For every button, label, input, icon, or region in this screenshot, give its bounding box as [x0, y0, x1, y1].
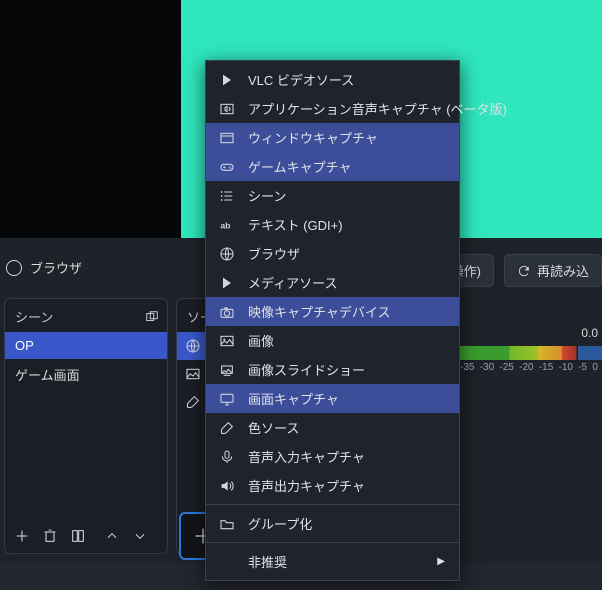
- slideshow-icon: [218, 362, 236, 378]
- play-icon: [218, 275, 236, 291]
- mic-icon: [218, 449, 236, 465]
- mixer-scale: -35 -30 -25 -20 -15 -10 -5 0: [460, 362, 598, 373]
- list-icon: [218, 188, 236, 204]
- refresh-icon: [517, 264, 531, 278]
- image-icon: [218, 333, 236, 349]
- scene-up-button[interactable]: [99, 523, 125, 549]
- blank-icon: [218, 554, 236, 570]
- context-menu-item-label: シーン: [248, 186, 286, 205]
- context-menu-item[interactable]: 色ソース: [206, 413, 459, 442]
- context-menu-item[interactable]: ab テキスト (GDI+): [206, 210, 459, 239]
- context-menu-item-label: 画面キャプチャ: [248, 389, 339, 408]
- context-menu-item-label: ブラウザ: [248, 244, 300, 263]
- brush-icon: [185, 394, 201, 410]
- scene-filter-button[interactable]: [65, 523, 91, 549]
- context-menu-item[interactable]: ブラウザ: [206, 239, 459, 268]
- context-menu-item[interactable]: 画面キャプチャ: [206, 384, 459, 413]
- folder-icon: [218, 516, 236, 532]
- context-menu-item[interactable]: ウィンドウキャプチャ: [206, 123, 459, 152]
- context-menu-item-label: 色ソース: [248, 418, 299, 437]
- monitor-icon: [218, 391, 236, 407]
- context-menu-item-label: 音声出力キャプチャ: [248, 476, 365, 495]
- mixer-scale-tick: -5: [578, 362, 587, 373]
- context-menu-item-label: 画像: [248, 331, 274, 350]
- context-menu-item[interactable]: VLC ビデオソース: [206, 65, 459, 94]
- selected-source-label: ブラウザ: [30, 258, 82, 277]
- mixer-scale-tick: -30: [480, 362, 494, 373]
- text-ab-icon: ab: [218, 217, 236, 233]
- context-menu-item-label: テキスト (GDI+): [248, 215, 343, 234]
- globe-icon: [185, 338, 201, 354]
- mixer-scale-tick: -35: [460, 362, 474, 373]
- play-icon: [218, 72, 236, 88]
- reload-button[interactable]: 再読み込: [504, 254, 602, 287]
- scene-add-button[interactable]: [9, 523, 35, 549]
- context-menu-item-label: ゲームキャプチャ: [248, 157, 351, 176]
- context-menu-item[interactable]: 音声出力キャプチャ: [206, 471, 459, 500]
- context-menu-item-label: 非推奨: [248, 552, 287, 571]
- preview-dark-area: [0, 0, 181, 238]
- camera-icon: [218, 304, 236, 320]
- audio-mixer: 0.0 -35 -30 -25 -20 -15 -10 -5 0: [460, 298, 602, 554]
- context-menu-item-label: 音声入力キャプチャ: [248, 447, 365, 466]
- submenu-arrow-icon: ▶: [437, 556, 445, 567]
- mixer-scale-tick: -25: [499, 362, 513, 373]
- mixer-scale-tick: -15: [539, 362, 553, 373]
- scene-item[interactable]: ゲーム画面: [5, 359, 167, 390]
- context-menu-item[interactable]: 画像スライドショー: [206, 355, 459, 384]
- scene-item[interactable]: OP: [5, 332, 167, 359]
- context-menu-item[interactable]: ゲームキャプチャ: [206, 152, 459, 181]
- speaker-icon: [218, 478, 236, 494]
- context-menu-separator: [206, 504, 459, 505]
- context-menu-item-label: 映像キャプチャデバイス: [248, 302, 390, 321]
- context-menu-item-label: 画像スライドショー: [248, 360, 365, 379]
- dock-icon[interactable]: [145, 310, 159, 324]
- context-menu-item[interactable]: 音声入力キャプチャ: [206, 442, 459, 471]
- context-menu-item-label: アプリケーション音声キャプチャ (ベータ版): [248, 99, 507, 118]
- add-source-context-menu: VLC ビデオソースアプリケーション音声キャプチャ (ベータ版) ウィンドウキャプ…: [205, 60, 460, 581]
- speaker-app-icon: [218, 101, 236, 117]
- context-menu-item[interactable]: 画像: [206, 326, 459, 355]
- context-menu-item[interactable]: 映像キャプチャデバイス: [206, 297, 459, 326]
- context-menu-separator: [206, 542, 459, 543]
- reload-button-label: 再読み込: [537, 261, 589, 280]
- context-menu-item-label: グループ化: [248, 514, 312, 533]
- svg-text:ab: ab: [220, 220, 230, 230]
- context-menu-item[interactable]: アプリケーション音声キャプチャ (ベータ版): [206, 94, 459, 123]
- globe-icon: [6, 260, 22, 276]
- context-menu-item[interactable]: 非推奨 ▶: [206, 547, 459, 576]
- context-menu-item-label: ウィンドウキャプチャ: [248, 128, 378, 147]
- context-menu-item[interactable]: シーン: [206, 181, 459, 210]
- globe-icon: [218, 246, 236, 262]
- context-menu-item-label: メディアソース: [248, 273, 337, 292]
- context-menu-item[interactable]: グループ化: [206, 509, 459, 538]
- selected-source-bar: ブラウザ: [6, 258, 82, 277]
- mixer-scale-tick: 0: [592, 362, 598, 373]
- mixer-zero-label: 0.0: [581, 326, 598, 340]
- mixer-scale-tick: -10: [559, 362, 573, 373]
- scene-remove-button[interactable]: [37, 523, 63, 549]
- gamepad-icon: [218, 159, 236, 175]
- scenes-panel: シーン OPゲーム画面: [4, 298, 168, 554]
- mixer-scale-tick: -20: [519, 362, 533, 373]
- brush-icon: [218, 420, 236, 436]
- image-icon: [185, 366, 201, 382]
- context-menu-item[interactable]: メディアソース: [206, 268, 459, 297]
- window-icon: [218, 130, 236, 146]
- scene-down-button[interactable]: [127, 523, 153, 549]
- scenes-panel-title: シーン: [15, 307, 53, 326]
- context-menu-item-label: VLC ビデオソース: [248, 70, 354, 89]
- mixer-meter: [460, 346, 602, 360]
